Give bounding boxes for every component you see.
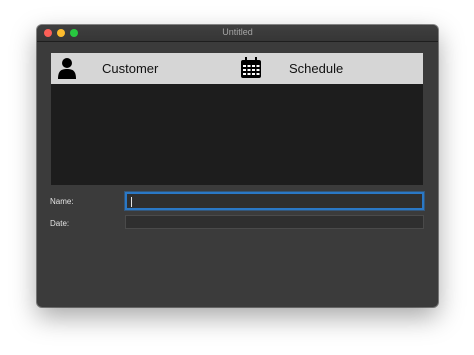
person-icon	[58, 58, 76, 79]
tab-schedule-label: Schedule	[289, 61, 344, 76]
tab-bar: Customer Schedule	[51, 53, 423, 84]
text-caret	[131, 197, 132, 207]
name-label: Name:	[50, 197, 74, 206]
title-bar[interactable]: Untitled	[37, 25, 438, 42]
window-title: Untitled	[222, 27, 253, 37]
app-window: Untitled Customer Schedule Name: Date:	[37, 25, 438, 307]
date-field[interactable]	[125, 215, 424, 229]
date-label: Date:	[50, 219, 70, 228]
tab-content-pane	[51, 84, 423, 185]
calendar-icon	[241, 57, 261, 78]
tab-customer-label: Customer	[102, 61, 159, 76]
name-field[interactable]	[125, 192, 424, 210]
